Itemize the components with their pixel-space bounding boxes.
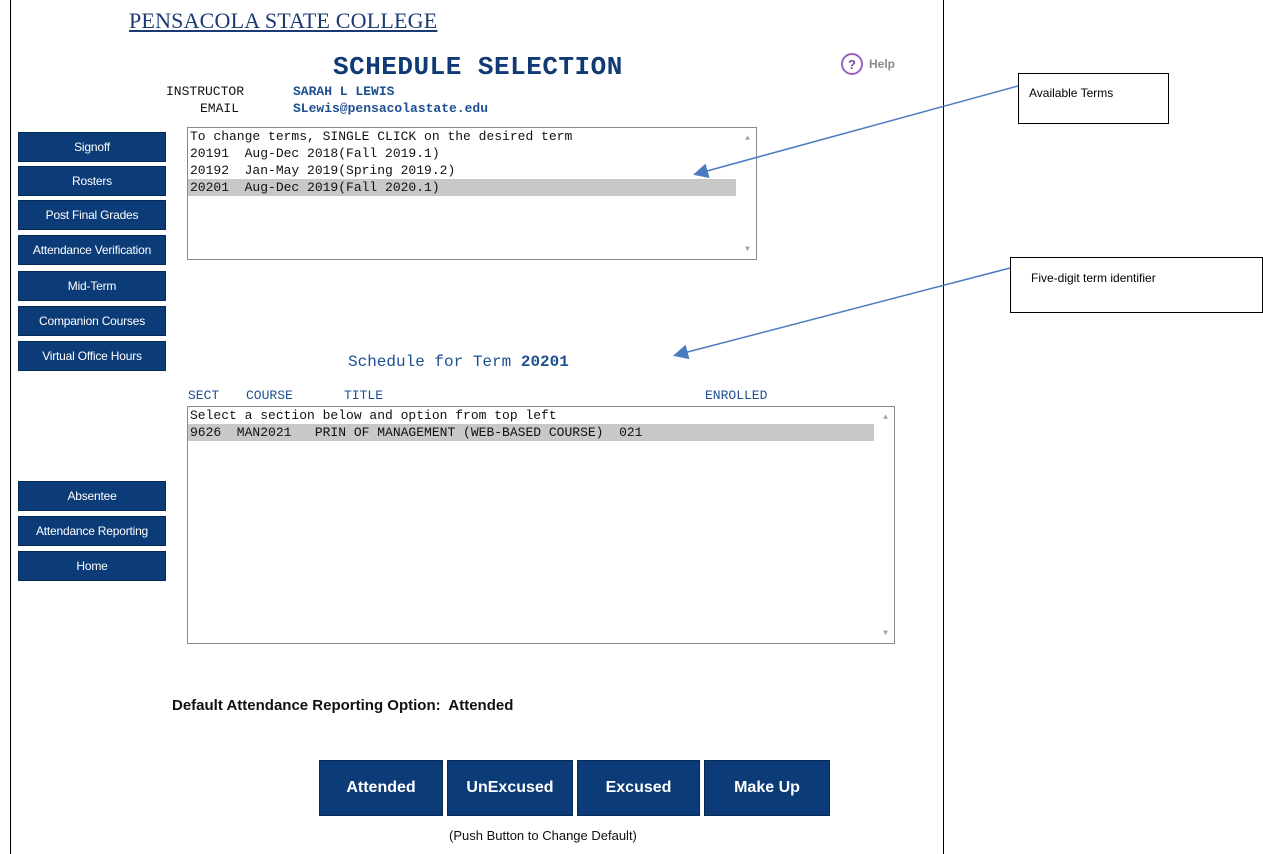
terms-listbox[interactable]: To change terms, SINGLE CLICK on the des… bbox=[187, 127, 757, 260]
make-up-button[interactable]: Make Up bbox=[704, 760, 830, 816]
signoff-button[interactable]: Signoff bbox=[18, 132, 166, 162]
scroll-up-arrow-icon[interactable]: ▲ bbox=[877, 409, 894, 425]
schedule-listbox[interactable]: Select a section below and option from t… bbox=[187, 406, 895, 644]
column-course: COURSE bbox=[246, 388, 293, 403]
scroll-down-arrow-icon[interactable]: ▼ bbox=[877, 625, 894, 641]
schedule-scrollbar[interactable]: ▲ ▼ bbox=[877, 407, 894, 643]
section-row-9626[interactable]: 9626 MAN2021 PRIN OF MANAGEMENT (WEB-BAS… bbox=[188, 424, 874, 441]
column-title: TITLE bbox=[344, 388, 384, 403]
attended-button[interactable]: Attended bbox=[319, 760, 443, 816]
page-title: SCHEDULE SELECTION bbox=[333, 52, 623, 82]
column-sect: SECT bbox=[188, 388, 220, 403]
default-attendance-option: Default Attendance Reporting Option: Att… bbox=[172, 697, 513, 714]
help-button[interactable]: ? Help bbox=[841, 53, 895, 75]
home-button[interactable]: Home bbox=[18, 551, 166, 581]
help-label: Help bbox=[869, 57, 896, 71]
absentee-button[interactable]: Absentee bbox=[18, 481, 166, 511]
help-circle-icon: ? bbox=[841, 53, 863, 75]
post-final-grades-button[interactable]: Post Final Grades bbox=[18, 200, 166, 230]
default-attendance-label: Default Attendance Reporting Option: bbox=[172, 697, 441, 714]
companion-courses-button[interactable]: Companion Courses bbox=[18, 306, 166, 336]
terms-scrollbar[interactable]: ▲ ▼ bbox=[739, 128, 756, 259]
push-button-note: (Push Button to Change Default) bbox=[449, 828, 637, 843]
rosters-button[interactable]: Rosters bbox=[18, 166, 166, 196]
term-item-20192[interactable]: 20192 Jan-May 2019(Spring 2019.2) bbox=[188, 162, 736, 179]
instructor-email: SLewis@pensacolastate.edu bbox=[293, 101, 489, 116]
excused-button[interactable]: Excused bbox=[577, 760, 700, 816]
callout-term-identifier: Five-digit term identifier bbox=[1010, 257, 1263, 313]
unexcused-button[interactable]: UnExcused bbox=[447, 760, 573, 816]
term-item-20191[interactable]: 20191 Aug-Dec 2018(Fall 2019.1) bbox=[188, 145, 736, 162]
schedule-term: 20201 bbox=[520, 353, 569, 371]
schedule-label: Schedule for Term bbox=[348, 353, 512, 371]
default-attendance-value: Attended bbox=[448, 697, 514, 714]
scroll-down-arrow-icon[interactable]: ▼ bbox=[739, 241, 756, 257]
schedule-instruction: Select a section below and option from t… bbox=[190, 408, 557, 423]
attendance-verification-button[interactable]: Attendance Verification bbox=[18, 235, 166, 265]
scroll-up-arrow-icon[interactable]: ▲ bbox=[739, 130, 756, 146]
term-item-20201[interactable]: 20201 Aug-Dec 2019(Fall 2020.1) bbox=[188, 179, 736, 196]
mid-term-button[interactable]: Mid-Term bbox=[18, 271, 166, 301]
email-label: EMAIL bbox=[200, 101, 240, 116]
attendance-reporting-button[interactable]: Attendance Reporting bbox=[18, 516, 166, 546]
college-name[interactable]: PENSACOLA STATE COLLEGE bbox=[129, 8, 437, 34]
instructor-name: SARAH L LEWIS bbox=[293, 84, 395, 99]
instructor-label: INSTRUCTOR bbox=[166, 84, 245, 99]
column-enrolled: ENROLLED bbox=[705, 388, 768, 403]
terms-instruction: To change terms, SINGLE CLICK on the des… bbox=[190, 129, 573, 144]
schedule-heading: Schedule for Term 20201 bbox=[348, 353, 569, 371]
callout-available-terms: Available Terms bbox=[1018, 73, 1169, 124]
virtual-office-hours-button[interactable]: Virtual Office Hours bbox=[18, 341, 166, 371]
